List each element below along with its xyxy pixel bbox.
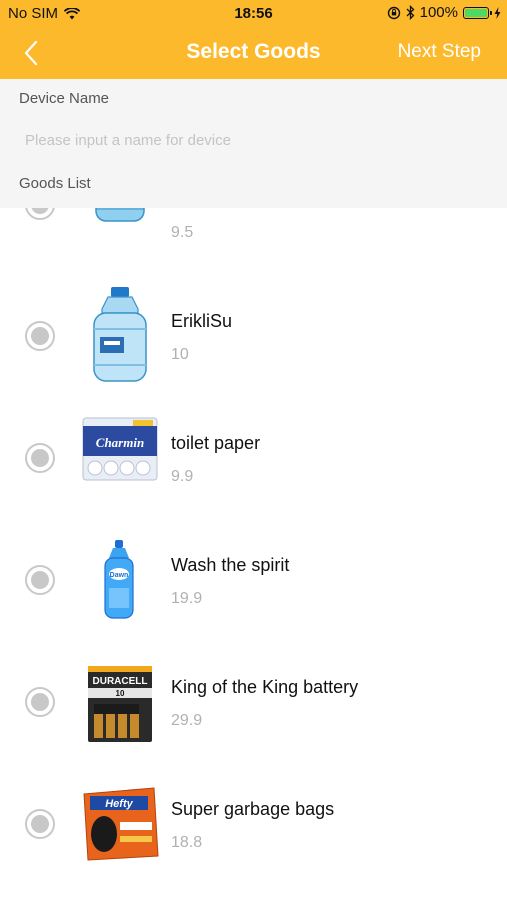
goods-price: 29.9 (171, 712, 203, 729)
goods-list[interactable]: 9.5 ErikliSu 10 Charmin toilet paper 9.9… (0, 208, 507, 900)
goods-name: Wash the spirit (171, 555, 290, 575)
bluetooth-icon (406, 5, 415, 20)
svg-text:Charmin: Charmin (96, 435, 144, 450)
select-radio[interactable] (25, 809, 55, 839)
water-jug-image (93, 287, 147, 382)
goods-price: 10 (171, 346, 189, 363)
form-header: Device Name Goods List (0, 79, 507, 208)
goods-name: King of the King battery (171, 677, 359, 697)
battery-fill (465, 8, 487, 17)
orientation-lock-icon (387, 6, 400, 19)
toilet-paper-image: Charmin (82, 417, 158, 481)
water-bottle-image (95, 208, 145, 222)
goods-name: Super garbage bags (171, 799, 335, 819)
battery-pack-image: DURACELL 10 (88, 666, 152, 742)
goods-item[interactable]: 9.5 (0, 208, 507, 241)
next-step-button[interactable]: Next Step (398, 41, 481, 63)
select-radio[interactable] (25, 321, 55, 351)
goods-item[interactable]: DURACELL 10 King of the King battery 29.… (0, 640, 507, 762)
goods-price: 18.8 (171, 834, 203, 851)
select-radio[interactable] (25, 208, 55, 220)
svg-text:Hefty: Hefty (105, 798, 133, 810)
goods-item[interactable]: Charmin toilet paper 9.9 (0, 396, 507, 518)
charging-icon (494, 6, 501, 19)
battery-percent: 100% (419, 4, 458, 21)
battery-icon (463, 6, 492, 19)
goods-price: 9.5 (171, 224, 194, 241)
svg-text:Dawn: Dawn (110, 572, 129, 579)
goods-item[interactable]: Hefty Super garbage bags 18.8 (0, 762, 507, 884)
garbage-bags-image: Hefty (83, 787, 159, 861)
device-name-label: Device Name (19, 90, 110, 107)
navigation-bar: Select Goods Next Step (0, 28, 507, 79)
goods-list-label: Goods List (19, 175, 91, 192)
select-radio[interactable] (25, 687, 55, 717)
goods-name: ErikliSu (171, 311, 233, 331)
device-name-input[interactable] (19, 123, 459, 157)
select-radio[interactable] (25, 443, 55, 473)
svg-text:10: 10 (116, 689, 125, 698)
goods-item[interactable]: ErikliSu 10 (0, 274, 507, 396)
top-bar: No SIM 18:56 100% Select Goods Next Step (0, 0, 507, 79)
select-radio[interactable] (25, 565, 55, 595)
goods-name: toilet paper (171, 433, 261, 453)
goods-price: 9.9 (171, 468, 194, 485)
goods-price: 19.9 (171, 590, 203, 607)
goods-item[interactable]: Dawn Wash the spirit 19.9 (0, 518, 507, 640)
dish-soap-image: Dawn (104, 540, 134, 619)
svg-text:DURACELL: DURACELL (93, 676, 148, 687)
status-bar: No SIM 18:56 100% (0, 0, 507, 28)
status-right: 100% (387, 4, 501, 21)
